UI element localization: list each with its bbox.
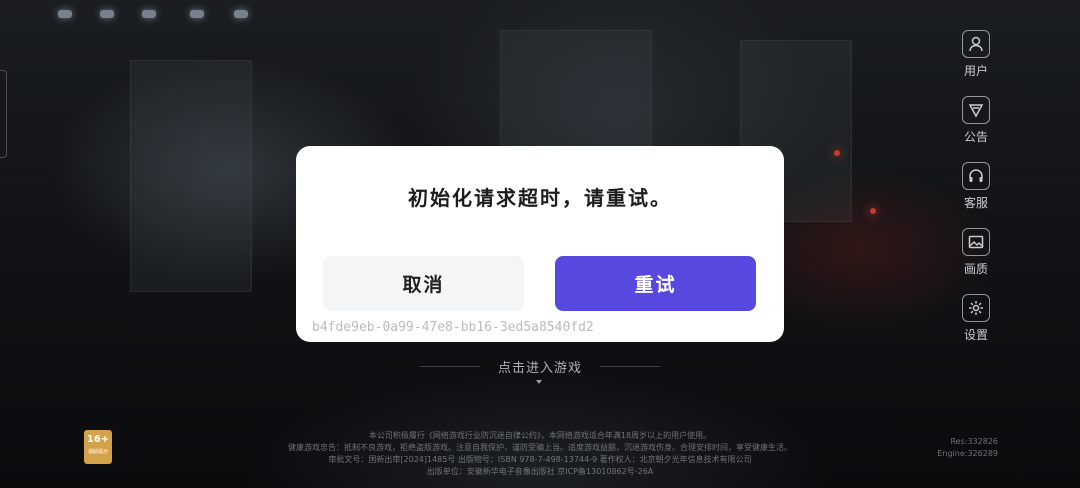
headset-icon	[962, 162, 990, 190]
cancel-button[interactable]: 取消	[323, 256, 524, 311]
ceiling-light	[142, 10, 156, 18]
sidebar-item-label: 用户	[963, 64, 988, 78]
session-id: b4fde9eb-0a99-47e8-bb16-3ed5a8540fd2	[312, 320, 594, 335]
chevron-down-icon	[536, 380, 542, 384]
ceiling-light	[234, 10, 248, 18]
sidebar-item-support[interactable]: 客服	[956, 162, 996, 211]
image-icon	[962, 228, 990, 256]
red-glow	[870, 208, 876, 214]
footer-line: 出版单位：安徽新华电子音像出版社 京ICP备13010862号-26A	[426, 467, 654, 476]
side-handle[interactable]	[0, 70, 7, 158]
footer-line: 本公司积极履行《网络游戏行业防沉迷自律公约》，本网络游戏适合年满18周岁以上的用…	[368, 431, 712, 440]
res-version: Res:332826	[950, 437, 998, 446]
legal-footer: 本公司积极履行《网络游戏行业防沉迷自律公约》，本网络游戏适合年满18周岁以上的用…	[0, 430, 1080, 478]
sidebar-item-label: 画质	[963, 262, 988, 276]
gear-icon	[962, 294, 990, 322]
timeout-dialog: 初始化请求超时，请重试。 取消 重试 b4fde9eb-0a99-47e8-bb…	[296, 146, 784, 342]
user-icon	[962, 30, 990, 58]
version-info: Res:332826 Engine:326289	[937, 436, 998, 460]
enter-line-left	[420, 366, 480, 367]
sidebar-item-graphics[interactable]: 画质	[956, 228, 996, 277]
sidebar-item-settings[interactable]: 设置	[956, 294, 996, 343]
megaphone-icon	[962, 96, 990, 124]
ceiling-light	[100, 10, 114, 18]
sidebar-item-user[interactable]: 用户	[956, 30, 996, 79]
enter-line-right	[600, 366, 660, 367]
enter-game-button[interactable]: 点击进入游戏	[488, 357, 592, 376]
footer-line: 审批文号：国新出审[2024]1485号 出版物号：ISBN 978-7-498…	[328, 455, 752, 464]
ceiling-light	[190, 10, 204, 18]
red-glow	[834, 150, 840, 156]
engine-version: Engine:326289	[937, 449, 998, 458]
ceiling-light	[58, 10, 72, 18]
bg-panel-left	[130, 60, 252, 292]
sidebar-item-label: 公告	[963, 130, 988, 144]
footer-line: 健康游戏忠告：抵制不良游戏，拒绝盗版游戏。注意自我保护，谨防受骗上当。适度游戏益…	[288, 443, 792, 452]
sidebar-item-label: 设置	[963, 328, 988, 342]
retry-button[interactable]: 重试	[555, 256, 756, 311]
sidebar-item-notice[interactable]: 公告	[956, 96, 996, 145]
dialog-message: 初始化请求超时，请重试。	[408, 186, 672, 210]
sidebar-item-label: 客服	[963, 196, 988, 210]
